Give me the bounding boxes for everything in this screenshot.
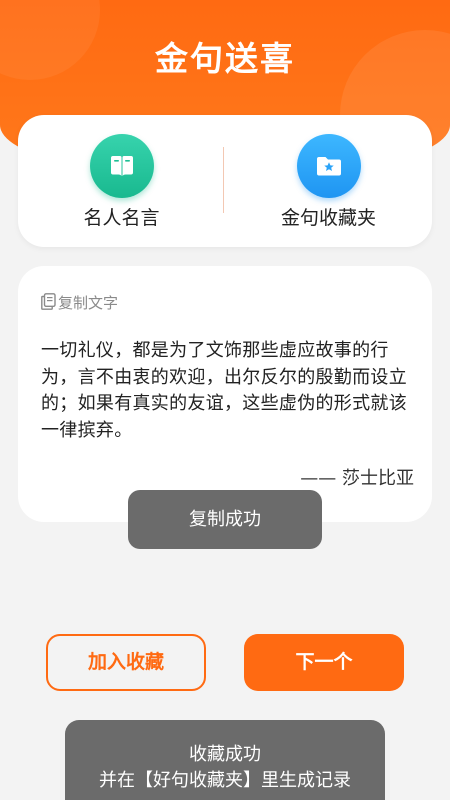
status-bar bbox=[0, 0, 450, 8]
favorite-toast-line1: 收藏成功 bbox=[189, 744, 261, 765]
entry-label-famous-quotes: 名人名言 bbox=[83, 207, 160, 229]
add-to-favorites-button[interactable]: 加入收藏 bbox=[46, 634, 206, 691]
star-folder-icon bbox=[296, 134, 361, 198]
page-title: 金句送喜 bbox=[155, 39, 295, 78]
famous-quotes-entry[interactable]: 名人名言 bbox=[18, 115, 225, 247]
next-quote-button[interactable]: 下一个 bbox=[244, 634, 404, 691]
entry-card: 名人名言 金句收藏夹 bbox=[18, 115, 432, 247]
favorite-toast-line2: 并在【好句收藏夹】里生成记录 bbox=[99, 770, 351, 791]
quote-card: 复制文字 一切礼仪，都是为了文饰那些虚应故事的行为，言不由衷的欢迎，出尔反尔的殷… bbox=[18, 266, 432, 522]
quote-author: —— 莎士比亚 bbox=[300, 468, 414, 489]
entry-label-quote-favorites: 金句收藏夹 bbox=[280, 207, 376, 229]
copy-icon bbox=[41, 293, 56, 310]
entry-divider bbox=[223, 147, 224, 213]
book-icon bbox=[89, 134, 154, 198]
quote-text: 一切礼仪，都是为了文饰那些虚应故事的行为，言不由衷的欢迎，出尔反尔的殷勤而设立的… bbox=[41, 340, 407, 441]
quote-favorites-entry[interactable]: 金句收藏夹 bbox=[225, 115, 432, 247]
copy-text-label: 复制文字 bbox=[58, 294, 119, 312]
favorite-success-toast: 收藏成功 并在【好句收藏夹】里生成记录 bbox=[65, 720, 385, 800]
copy-success-toast: 复制成功 bbox=[128, 490, 322, 549]
